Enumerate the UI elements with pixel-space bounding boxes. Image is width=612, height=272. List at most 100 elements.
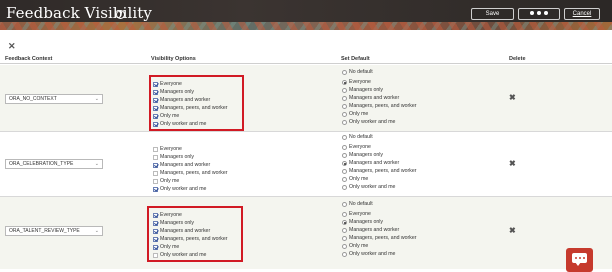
checkbox[interactable] xyxy=(153,163,158,168)
option-label: Only worker and me xyxy=(349,251,396,257)
radio[interactable] xyxy=(342,220,347,225)
radio[interactable] xyxy=(342,236,347,241)
default-option[interactable]: Only worker and me xyxy=(342,184,396,191)
default-option[interactable]: Only worker and me xyxy=(342,119,396,126)
default-option[interactable]: Managers and worker xyxy=(342,227,400,234)
default-option[interactable]: Everyone xyxy=(342,211,371,218)
default-option[interactable]: Managers, peers, and worker xyxy=(342,235,417,242)
visibility-option[interactable]: Managers only xyxy=(153,154,194,161)
default-option[interactable]: No default xyxy=(342,201,373,208)
more-actions-button[interactable] xyxy=(518,8,560,20)
default-option[interactable]: Managers and worker xyxy=(342,160,400,167)
radio[interactable] xyxy=(342,88,347,93)
option-label: No default xyxy=(349,134,373,140)
context-select[interactable]: ORA_NO_CONTEXT ⌄ xyxy=(5,94,103,104)
radio[interactable] xyxy=(342,120,347,125)
delete-x-icon[interactable]: ✖ xyxy=(509,93,516,102)
help-circle-icon[interactable]: ? xyxy=(116,10,125,19)
decorative-banner xyxy=(0,22,612,30)
default-option[interactable]: No default xyxy=(342,69,373,76)
default-option[interactable]: Only worker and me xyxy=(342,251,396,258)
checkbox[interactable] xyxy=(153,171,158,176)
checkbox[interactable] xyxy=(153,187,158,192)
default-option[interactable]: Managers only xyxy=(342,152,384,159)
column-header-delete: Delete xyxy=(509,56,526,62)
radio[interactable] xyxy=(342,70,347,75)
default-option[interactable]: Managers only xyxy=(342,87,384,94)
column-header-default: Set Default xyxy=(341,56,370,62)
radio[interactable] xyxy=(342,212,347,217)
option-label: Only worker and me xyxy=(349,184,396,190)
radio[interactable] xyxy=(342,169,347,174)
option-label: Managers and worker xyxy=(349,227,400,233)
column-header-context: Feedback Context xyxy=(5,56,53,62)
radio[interactable] xyxy=(342,185,347,190)
default-option[interactable]: Only me xyxy=(342,176,369,183)
delete-x-icon[interactable]: ✖ xyxy=(509,226,516,235)
radio[interactable] xyxy=(342,252,347,257)
default-option[interactable]: Only me xyxy=(342,111,369,118)
option-label: Only worker and me xyxy=(349,119,396,125)
default-option[interactable]: Only me xyxy=(342,243,369,250)
default-option[interactable]: Everyone xyxy=(342,79,371,86)
checkbox[interactable] xyxy=(153,147,158,152)
visibility-option[interactable]: Managers and worker xyxy=(153,162,210,169)
radio[interactable] xyxy=(342,96,347,101)
radio[interactable] xyxy=(342,244,347,249)
option-label: Managers, peers, and worker xyxy=(349,103,417,109)
option-label: Everyone xyxy=(349,211,371,217)
context-select[interactable]: ORA_TALENT_REVIEW_TYPE ⌄ xyxy=(5,226,103,236)
default-option[interactable]: Managers only xyxy=(342,219,383,226)
visibility-option[interactable]: Only me xyxy=(153,178,179,185)
cancel-button[interactable]: Cancel xyxy=(564,8,600,20)
option-label: Managers and worker xyxy=(349,95,400,101)
chevron-down-icon: ⌄ xyxy=(94,161,99,167)
option-label: Managers, peers, and worker xyxy=(349,235,417,241)
row-divider xyxy=(0,131,612,132)
checkbox[interactable] xyxy=(153,155,158,160)
radio[interactable] xyxy=(342,104,347,109)
radio[interactable] xyxy=(342,153,347,158)
default-option[interactable]: Everyone xyxy=(342,144,371,151)
option-label: Only worker and me xyxy=(160,186,207,192)
visibility-option[interactable]: Managers, peers, and worker xyxy=(153,170,228,177)
option-label: Everyone xyxy=(349,144,371,150)
radio[interactable] xyxy=(342,161,347,166)
radio[interactable] xyxy=(342,135,347,140)
option-label: Managers, peers, and worker xyxy=(160,170,228,176)
chat-bubble-icon xyxy=(572,253,587,266)
default-option[interactable]: Managers, peers, and worker xyxy=(342,168,417,175)
page-title: Feedback Visibility xyxy=(6,4,153,22)
radio[interactable] xyxy=(342,228,347,233)
radio[interactable] xyxy=(342,80,347,85)
radio[interactable] xyxy=(342,145,347,150)
chat-button[interactable] xyxy=(566,248,593,272)
default-option[interactable]: No default xyxy=(342,134,373,141)
visibility-option[interactable]: Only worker and me xyxy=(153,186,207,193)
default-option[interactable]: Managers, peers, and worker xyxy=(342,103,417,110)
save-button[interactable]: Save xyxy=(471,8,514,20)
checkbox[interactable] xyxy=(153,179,158,184)
option-label: No default xyxy=(349,69,373,75)
option-label: Only me xyxy=(349,111,369,117)
context-select[interactable]: ORA_CELEBRATION_TYPE ⌄ xyxy=(5,159,103,169)
option-label: Managers, peers, and worker xyxy=(349,168,417,174)
delete-x-icon[interactable]: ✖ xyxy=(509,159,516,168)
option-label: Everyone xyxy=(349,79,371,85)
radio[interactable] xyxy=(342,112,347,117)
option-label: Everyone xyxy=(160,146,182,152)
close-icon[interactable]: ✕ xyxy=(8,41,16,52)
cancel-label: Cancel xyxy=(572,11,592,17)
default-option[interactable]: Managers and worker xyxy=(342,95,400,102)
row-divider xyxy=(0,196,612,197)
option-label: Only me xyxy=(349,243,369,249)
option-label: Only me xyxy=(349,176,369,182)
option-label: Managers only xyxy=(349,152,384,158)
column-header-visibility: Visibility Options xyxy=(151,56,196,62)
option-label: Managers only xyxy=(349,87,384,93)
context-select-value: ORA_NO_CONTEXT xyxy=(9,96,57,102)
radio[interactable] xyxy=(342,202,347,207)
visibility-option[interactable]: Everyone xyxy=(153,146,182,153)
radio[interactable] xyxy=(342,177,347,182)
option-label: Managers and worker xyxy=(349,160,400,166)
